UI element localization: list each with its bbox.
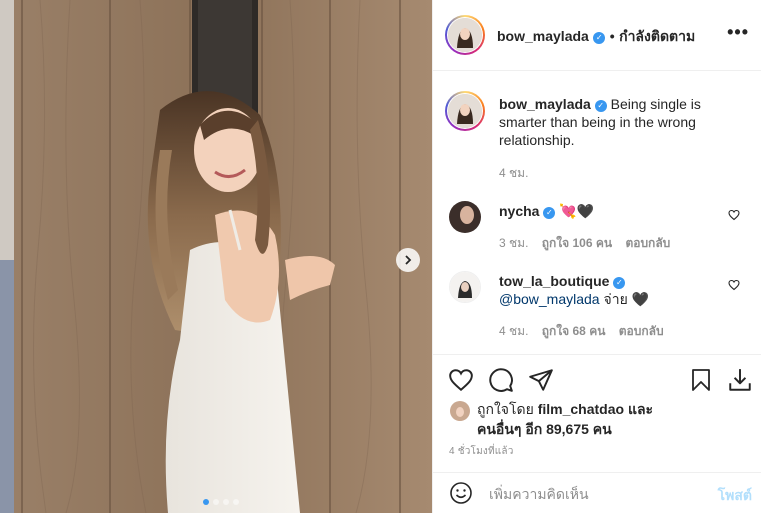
caption-username[interactable]: bow_maylada — [499, 96, 591, 112]
header-user-line: bow_maylada ✓ • กำลังติดตาม — [497, 26, 695, 48]
post-header: bow_maylada ✓ • กำลังติดตาม ••• — [433, 0, 761, 71]
carousel-indicator — [203, 499, 239, 505]
carousel-dot — [213, 499, 219, 505]
comment-likes[interactable]: ถูกใจ 106 คน — [542, 236, 612, 250]
header-username[interactable]: bow_maylada — [497, 28, 589, 44]
caption-time: 4 ชม. — [499, 166, 529, 180]
post-media[interactable] — [0, 0, 432, 513]
post-side-panel: bow_maylada ✓ • กำลังติดตาม ••• bow_mayl… — [432, 0, 761, 513]
comment-meta: 4 ชม. ถูกใจ 68 คน ตอบกลับ — [499, 322, 664, 341]
likes-others-link[interactable]: คนอื่นๆ อีก 89,675 คน — [477, 421, 612, 437]
likes-prefix: ถูกใจโดย — [477, 401, 534, 417]
carousel-dot — [223, 499, 229, 505]
comments-list: bow_maylada ✓ Being single is smarter th… — [433, 71, 761, 354]
verified-badge-icon: ✓ — [613, 277, 626, 289]
avatar-photo — [448, 18, 482, 52]
comment-username[interactable]: tow_la_boutique — [499, 273, 609, 289]
comment-time[interactable]: 4 ชม. — [499, 324, 528, 338]
comment-meta: 3 ชม. ถูกใจ 106 คน ตอบกลับ — [499, 234, 670, 253]
comment-avatar[interactable] — [449, 201, 481, 233]
post-timestamp[interactable]: 4 ชั่วโมงที่แล้ว — [449, 444, 514, 459]
likes-conj: และ — [627, 401, 654, 417]
carousel-next-button[interactable] — [396, 248, 420, 272]
comment-input[interactable] — [487, 481, 701, 507]
comment-time[interactable]: 3 ชม. — [499, 236, 528, 250]
comment-bubble-icon[interactable] — [488, 367, 514, 393]
emoji-icon[interactable] — [449, 481, 473, 505]
comment-avatar[interactable] — [449, 271, 481, 303]
following-button[interactable]: กำลังติดตาม — [619, 28, 695, 44]
comment-composer: โพสต์ — [433, 472, 761, 513]
comment-body: จ่าย 🖤 — [603, 291, 650, 307]
post-comment-button[interactable]: โพสต์ — [718, 485, 752, 507]
comment-body: 💘🖤 — [559, 203, 595, 219]
follow-separator: • — [609, 28, 615, 44]
verified-badge-icon: ✓ — [593, 32, 606, 44]
caption-text: bow_maylada ✓ Being single is smarter th… — [499, 95, 729, 149]
comment-likes[interactable]: ถูกใจ 68 คน — [542, 324, 606, 338]
save-bookmark-icon[interactable] — [689, 367, 713, 393]
comment-like-heart-icon[interactable] — [728, 209, 740, 221]
verified-badge-icon: ✓ — [594, 100, 607, 112]
post-photo — [0, 0, 432, 513]
comment-reply-button[interactable]: ตอบกลับ — [619, 324, 664, 338]
share-paper-plane-icon[interactable] — [528, 367, 554, 393]
caption-avatar-photo — [448, 94, 482, 128]
verified-badge-icon: ✓ — [543, 207, 556, 219]
avatar[interactable] — [445, 15, 485, 55]
like-heart-icon[interactable] — [448, 367, 474, 393]
download-icon[interactable] — [727, 367, 753, 393]
chevron-right-icon — [405, 255, 412, 265]
likes-summary: ถูกใจโดย film_chatdao และ คนอื่นๆ อีก 89… — [477, 399, 653, 439]
liker-avatar[interactable] — [449, 400, 471, 422]
comment-like-heart-icon[interactable] — [728, 279, 740, 291]
comment-mention-link[interactable]: @bow_maylada — [499, 291, 600, 307]
caption-avatar[interactable] — [445, 91, 485, 131]
carousel-dot-active — [203, 499, 209, 505]
comment-text: nycha ✓ 💘🖤 — [499, 202, 594, 220]
carousel-dot — [233, 499, 239, 505]
more-options-icon[interactable]: ••• — [727, 22, 749, 43]
comment-username[interactable]: nycha — [499, 203, 539, 219]
instagram-post: bow_maylada ✓ • กำลังติดตาม ••• bow_mayl… — [0, 0, 761, 513]
likes-user-link[interactable]: film_chatdao — [538, 401, 624, 417]
comment-reply-button[interactable]: ตอบกลับ — [625, 236, 670, 250]
post-actions: ถูกใจโดย film_chatdao และ คนอื่นๆ อีก 89… — [433, 354, 761, 464]
comment-text: tow_la_boutique ✓ @bow_maylada จ่าย 🖤 — [499, 272, 729, 308]
